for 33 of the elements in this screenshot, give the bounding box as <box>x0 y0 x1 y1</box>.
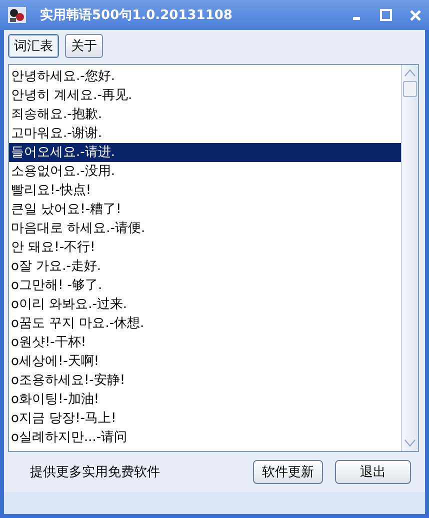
list-item[interactable]: o이리 와봐요.-过来. <box>9 295 401 314</box>
list-item[interactable]: 안녕히 계세요.-再见. <box>9 86 401 105</box>
list-item[interactable]: 죄송해요.-抱歉. <box>9 105 401 124</box>
scroll-thumb[interactable] <box>403 81 417 97</box>
scroll-down-icon[interactable] <box>403 437 417 449</box>
list-item[interactable]: 들어오세요.-请进. <box>9 143 401 162</box>
list-item[interactable]: o원샷!-干杯! <box>9 333 401 352</box>
window-title: 实用韩语500句1.0.20131108 <box>40 6 232 24</box>
list-item[interactable]: 빨리요!-快点! <box>9 181 401 200</box>
list-item[interactable]: 안녕하세요.-您好. <box>9 67 401 86</box>
app-icon <box>8 7 26 23</box>
list-item[interactable]: o꿈도 꾸지 마요.-休想. <box>9 314 401 333</box>
list-item[interactable]: o세상에!-天啊! <box>9 352 401 371</box>
list-item[interactable]: o화이팅!-加油! <box>9 390 401 409</box>
list-item[interactable]: 고마워요.-谢谢. <box>9 124 401 143</box>
scrollbar[interactable] <box>401 65 418 451</box>
list-item[interactable]: 소용없어요.-没用. <box>9 162 401 181</box>
list-item[interactable]: o그만해! -够了. <box>9 276 401 295</box>
promo-text: 提供更多实用免费软件 <box>30 464 161 481</box>
list-item[interactable]: 안 돼요!-不行! <box>9 238 401 257</box>
update-button[interactable]: 软件更新 <box>253 460 323 484</box>
tab[interactable]: 词汇表 <box>8 34 59 58</box>
list-item[interactable]: o잘 가요.-走好. <box>9 257 401 276</box>
list-item[interactable]: o실례하지만...-请问 <box>9 428 401 447</box>
list-item[interactable]: o조용하세요!-安静! <box>9 371 401 390</box>
list-item[interactable]: 마음대로 하세요.-请便. <box>9 219 401 238</box>
list-item[interactable]: o지금 당장!-马上! <box>9 409 401 428</box>
maximize-icon[interactable] <box>380 9 392 21</box>
scroll-up-icon[interactable] <box>403 67 417 79</box>
close-icon[interactable] <box>410 10 421 20</box>
tab[interactable]: 关于 <box>65 34 103 58</box>
exit-button[interactable]: 退出 <box>335 460 411 484</box>
list-item[interactable]: 큰일 났어요!-糟了! <box>9 200 401 219</box>
